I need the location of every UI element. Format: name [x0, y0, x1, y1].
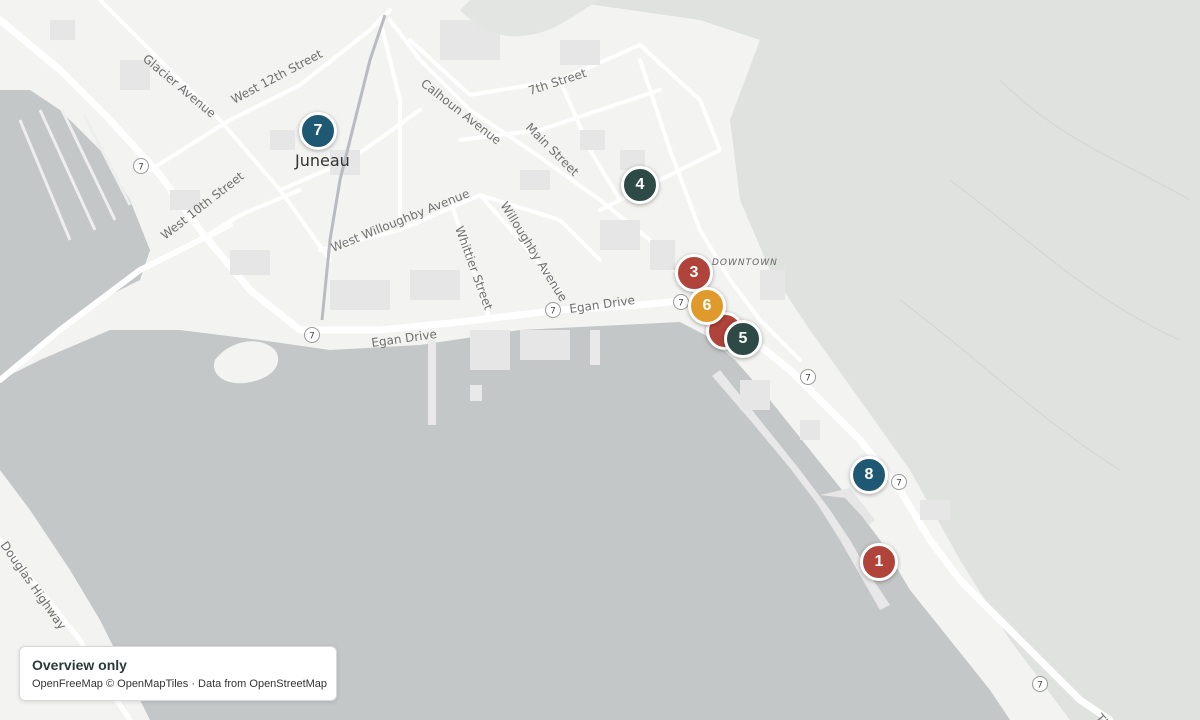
legend-title: Overview only — [32, 657, 127, 673]
map-marker-4[interactable]: 4 — [621, 166, 659, 204]
map-marker-1[interactable]: 1 — [860, 543, 898, 581]
svg-text:7: 7 — [138, 163, 144, 173]
svg-text:7: 7 — [550, 307, 556, 317]
map-marker-6[interactable]: 6 — [688, 287, 726, 325]
map-marker-5[interactable]: 5 — [724, 320, 762, 358]
map-marker-7[interactable]: 7 — [299, 112, 337, 150]
map-canvas[interactable]: West 12th Street Glacier Avenue West 10t… — [0, 0, 1200, 720]
route-shield: 7 — [133, 158, 149, 174]
route-shield: 7 — [304, 327, 320, 343]
district-label-downtown: DOWNTOWN — [712, 258, 778, 268]
svg-text:7: 7 — [805, 374, 811, 384]
map-base-layer: West 12th Street Glacier Avenue West 10t… — [0, 0, 1200, 720]
route-shield: 7 — [891, 474, 907, 490]
route-shield: 7 — [1032, 676, 1048, 692]
route-shield: 7 — [545, 302, 561, 318]
svg-text:7: 7 — [1037, 681, 1043, 691]
svg-text:7: 7 — [309, 332, 315, 342]
svg-text:7: 7 — [896, 479, 902, 489]
map-attribution[interactable]: OpenFreeMap © OpenMapTiles · Data from O… — [32, 678, 327, 690]
map-legend-panel: Overview only OpenFreeMap © OpenMapTiles… — [19, 646, 337, 701]
svg-text:7: 7 — [678, 299, 684, 309]
city-label-juneau: Juneau — [294, 151, 350, 170]
route-shield: 7 — [673, 294, 689, 310]
map-marker-8[interactable]: 8 — [850, 456, 888, 494]
route-shield: 7 — [800, 369, 816, 385]
